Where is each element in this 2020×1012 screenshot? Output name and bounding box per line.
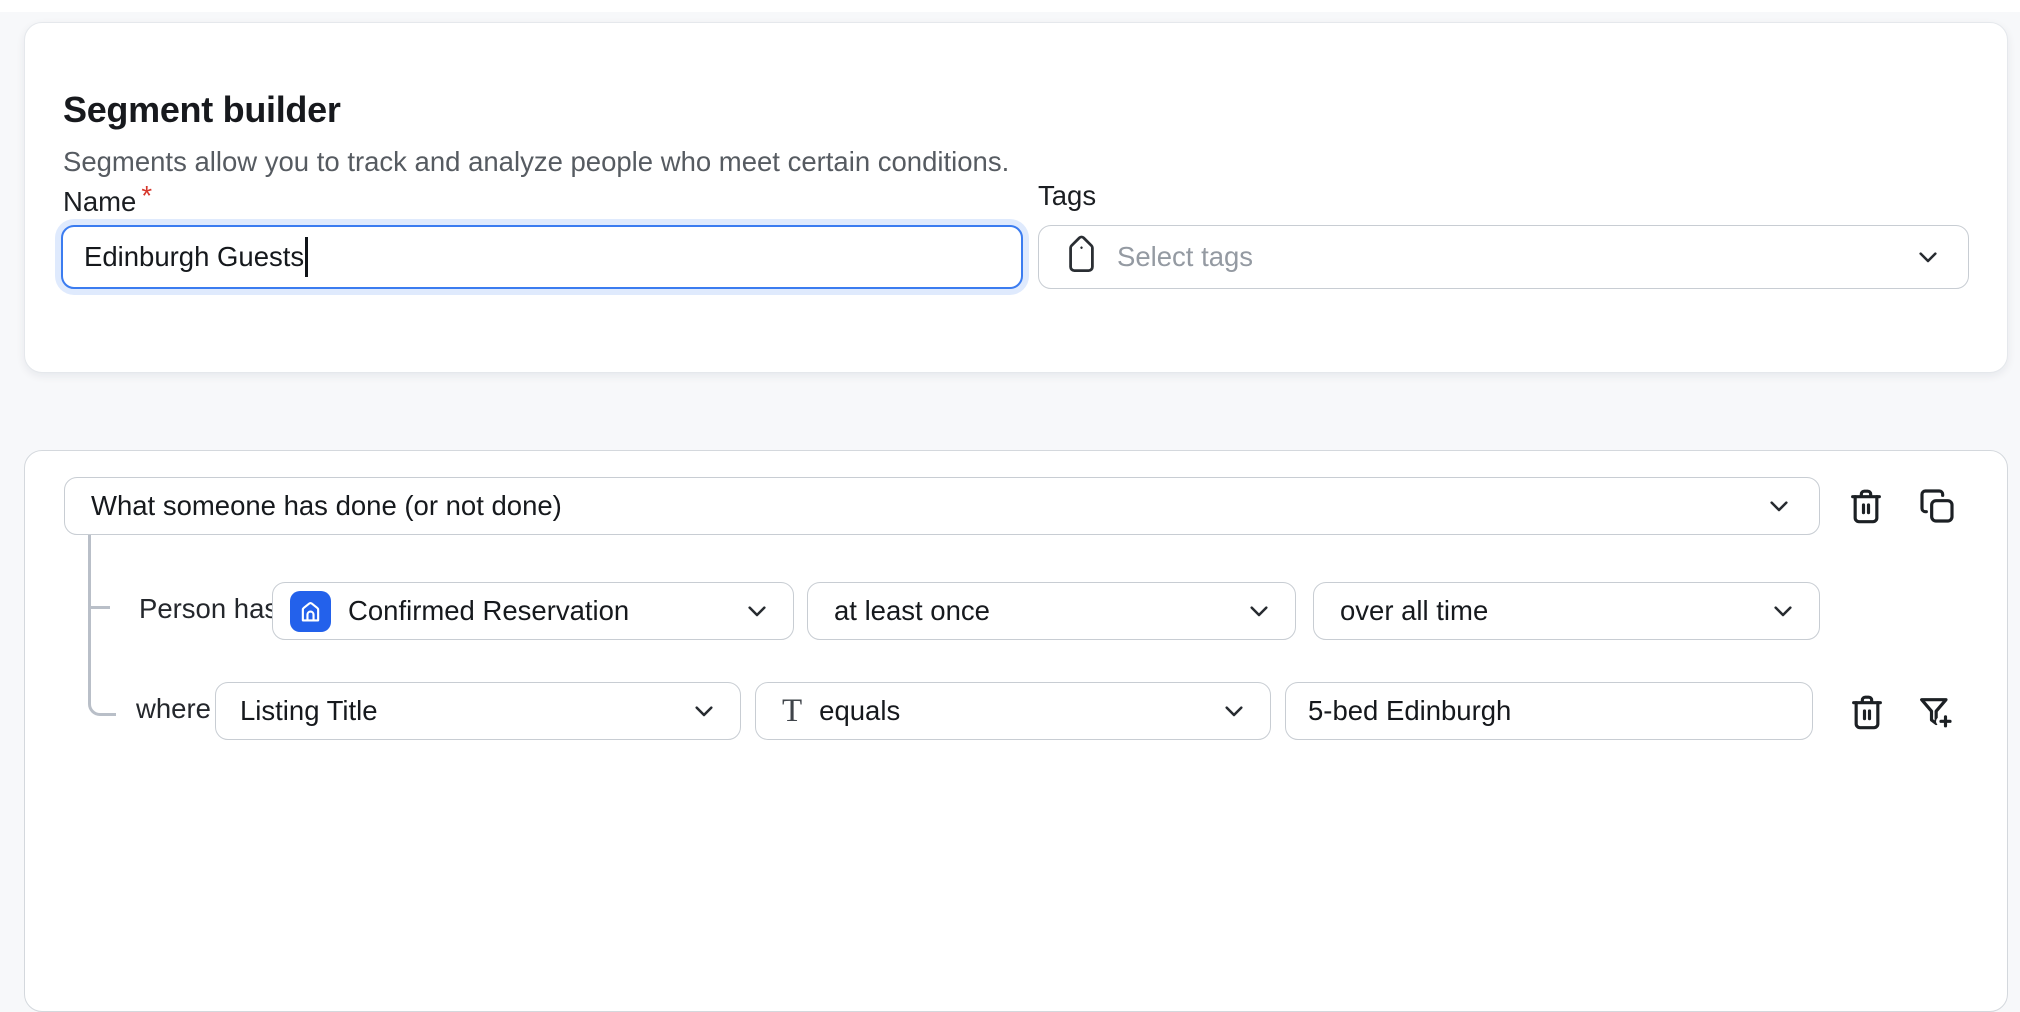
condition-type-value: What someone has done (or not done) bbox=[91, 490, 562, 522]
filter-plus-icon bbox=[1915, 692, 1955, 732]
top-white-strip bbox=[0, 0, 2020, 12]
trash-icon bbox=[1847, 692, 1887, 732]
frequency-select-value: at least once bbox=[834, 595, 990, 627]
time-window-select[interactable]: over all time bbox=[1313, 582, 1820, 640]
filter-field-select[interactable]: Listing Title bbox=[215, 682, 741, 740]
chevron-down-icon bbox=[1243, 595, 1275, 627]
add-filter-button[interactable] bbox=[1913, 690, 1957, 734]
time-window-select-value: over all time bbox=[1340, 595, 1488, 627]
chevron-down-icon bbox=[741, 595, 773, 627]
filter-value-text: 5-bed Edinburgh bbox=[1308, 695, 1511, 727]
delete-condition-button[interactable] bbox=[1844, 484, 1888, 528]
filter-value-input[interactable]: 5-bed Edinburgh bbox=[1285, 682, 1813, 740]
text-type-icon: T bbox=[782, 695, 802, 728]
name-field-label: Name* bbox=[63, 180, 152, 218]
event-select[interactable]: Confirmed Reservation bbox=[272, 582, 794, 640]
segment-name-input[interactable]: Edinburgh Guests bbox=[61, 225, 1023, 289]
home-icon bbox=[290, 591, 331, 632]
chevron-down-icon bbox=[1218, 695, 1250, 727]
duplicate-condition-button[interactable] bbox=[1915, 484, 1959, 528]
segment-name-value: Edinburgh Guests bbox=[84, 241, 304, 273]
filter-field-value: Listing Title bbox=[240, 695, 378, 727]
segment-builder-card: Segment builder Segments allow you to tr… bbox=[24, 22, 2008, 373]
tag-icon bbox=[1063, 239, 1100, 276]
copy-icon bbox=[1917, 486, 1957, 526]
condition-type-select[interactable]: What someone has done (or not done) bbox=[64, 477, 1820, 535]
filter-row-prefix-label: where bbox=[136, 693, 211, 725]
tags-field-label: Tags bbox=[1038, 180, 1096, 212]
required-asterisk: * bbox=[141, 180, 152, 211]
event-row-prefix-label: Person has bbox=[139, 593, 278, 625]
page-subtitle: Segments allow you to track and analyze … bbox=[63, 146, 1009, 178]
filter-operator-select[interactable]: T equals bbox=[755, 682, 1271, 740]
event-select-value: Confirmed Reservation bbox=[348, 595, 629, 627]
chevron-down-icon bbox=[1767, 595, 1799, 627]
delete-filter-button[interactable] bbox=[1845, 690, 1889, 734]
filter-operator-value: equals bbox=[819, 695, 900, 727]
chevron-down-icon bbox=[1912, 241, 1944, 273]
condition-tree-branch bbox=[88, 606, 110, 609]
page-title: Segment builder bbox=[63, 89, 341, 131]
tags-select[interactable]: Select tags bbox=[1038, 225, 1969, 289]
trash-icon bbox=[1846, 486, 1886, 526]
tags-placeholder: Select tags bbox=[1117, 241, 1253, 273]
condition-tree-connector bbox=[88, 535, 116, 716]
conditions-card: What someone has done (or not done) bbox=[24, 450, 2008, 1012]
chevron-down-icon bbox=[1763, 490, 1795, 522]
text-caret bbox=[305, 237, 308, 277]
chevron-down-icon bbox=[688, 695, 720, 727]
frequency-select[interactable]: at least once bbox=[807, 582, 1296, 640]
